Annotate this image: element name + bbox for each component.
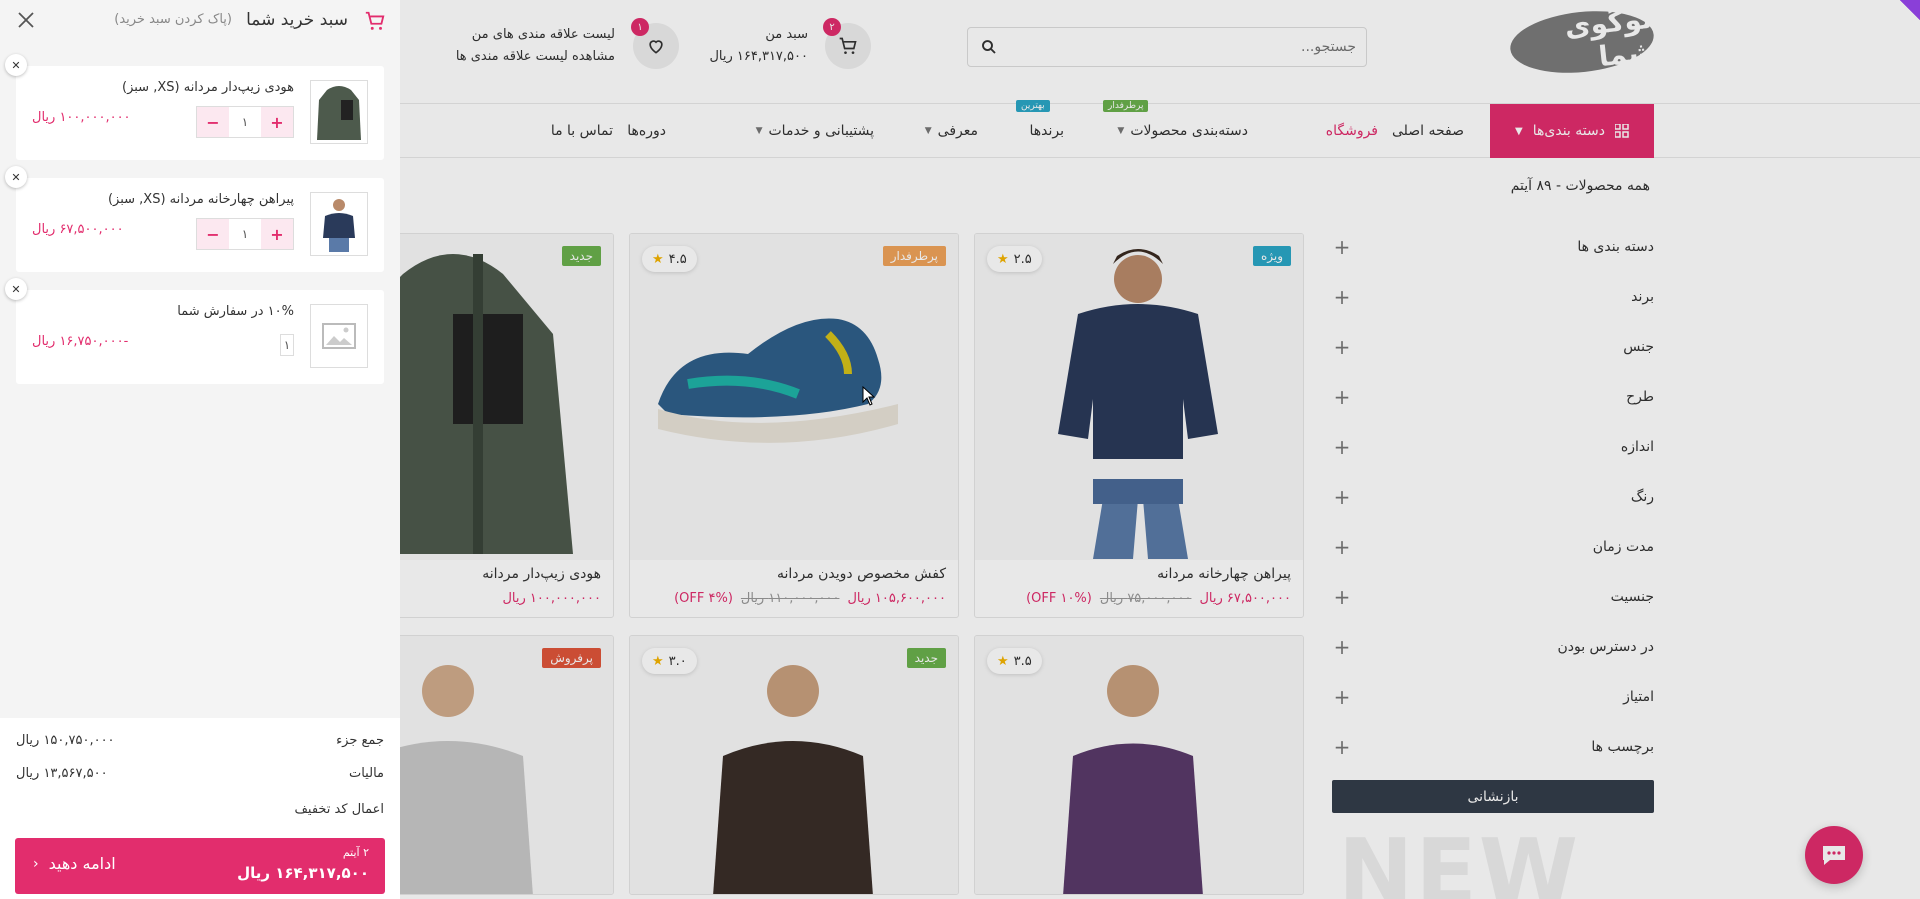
mouse-cursor-icon bbox=[862, 386, 876, 406]
plus-button[interactable]: + bbox=[261, 219, 293, 249]
cart-item: پیراهن چهارخانه مردانه (XS, سبز) − ۱ + ۶… bbox=[16, 178, 384, 272]
subtotal-value: ۱۵۰,۷۵۰,۰۰۰ ریال bbox=[16, 732, 115, 748]
subtotal-row: جمع جزء ۱۵۰,۷۵۰,۰۰۰ ریال bbox=[16, 729, 384, 751]
corner-ribbon bbox=[1900, 0, 1920, 20]
tax-value: ۱۳,۵۶۷,۵۰۰ ریال bbox=[16, 765, 108, 781]
tax-row: مالیات ۱۳,۵۶۷,۵۰۰ ریال bbox=[16, 762, 384, 784]
quantity-value[interactable]: ۱ bbox=[229, 107, 261, 137]
cart-item-name[interactable]: هودی زیپ‌دار مردانه (XS, سبز) bbox=[122, 80, 294, 95]
cart-item: ۱۰% در سفارش شما ۱ -۱۶,۷۵۰,۰۰۰ ریال bbox=[16, 290, 384, 384]
quantity-stepper: − ۱ + bbox=[196, 106, 294, 138]
remove-item-button[interactable]: ✕ bbox=[5, 54, 27, 76]
cart-drawer: سبد خرید شما (پاک کردن سبد خرید) هودی زی… bbox=[0, 0, 400, 899]
subtotal-label: جمع جزء bbox=[336, 732, 384, 748]
checkout-button[interactable]: ۲ آیتم ۱۶۴,۳۱۷,۵۰۰ ریال ادامه دهید ‹ bbox=[15, 838, 385, 894]
checkout-count: ۲ آیتم bbox=[342, 846, 369, 859]
cart-item: هودی زیپ‌دار مردانه (XS, سبز) − ۱ + ۱۰۰,… bbox=[16, 66, 384, 160]
cart-item-price: ۶۷,۵۰۰,۰۰۰ ریال bbox=[32, 222, 124, 237]
cart-icon bbox=[365, 11, 385, 30]
plus-button[interactable]: + bbox=[261, 107, 293, 137]
remove-item-button[interactable]: ✕ bbox=[5, 166, 27, 188]
remove-item-button[interactable]: ✕ bbox=[5, 278, 27, 300]
coupon-row[interactable]: اعمال کد تخفیف bbox=[16, 798, 384, 820]
chevron-left-icon: ‹ bbox=[33, 855, 39, 872]
quantity-value[interactable]: ۱ bbox=[229, 219, 261, 249]
checkout-continue: ادامه دهید ‹ bbox=[33, 854, 116, 873]
drawer-header: سبد خرید شما (پاک کردن سبد خرید) bbox=[0, 0, 400, 48]
checkout-label: ادامه دهید bbox=[48, 854, 116, 873]
checkout-total: ۱۶۴,۳۱۷,۵۰۰ ریال bbox=[237, 864, 369, 882]
cart-item-price: ۱۰۰,۰۰۰,۰۰۰ ریال bbox=[32, 110, 131, 125]
coupon-link[interactable]: اعمال کد تخفیف bbox=[294, 802, 384, 817]
minus-button[interactable]: − bbox=[197, 219, 229, 249]
cart-item-thumb[interactable] bbox=[310, 192, 368, 256]
quantity-stepper: − ۱ + bbox=[196, 218, 294, 250]
cart-item-name[interactable]: پیراهن چهارخانه مردانه (XS, سبز) bbox=[108, 192, 294, 207]
tax-label: مالیات bbox=[348, 765, 384, 781]
placeholder-image-icon[interactable] bbox=[310, 304, 368, 368]
page: لوگوی شما ۲ سبد من ۱۶۴,۳۱۷,۵۰۰ ریال ۱ لی… bbox=[0, 0, 1920, 899]
minus-button[interactable]: − bbox=[197, 107, 229, 137]
quantity-value: ۱ bbox=[280, 334, 294, 356]
clear-cart-link[interactable]: (پاک کردن سبد خرید) bbox=[114, 12, 232, 27]
cart-item-price: -۱۶,۷۵۰,۰۰۰ ریال bbox=[32, 334, 129, 349]
cart-item-thumb[interactable] bbox=[310, 80, 368, 144]
close-icon[interactable] bbox=[16, 10, 36, 30]
cart-item-name[interactable]: ۱۰% در سفارش شما bbox=[177, 304, 294, 319]
drawer-title: سبد خرید شما bbox=[246, 10, 348, 30]
